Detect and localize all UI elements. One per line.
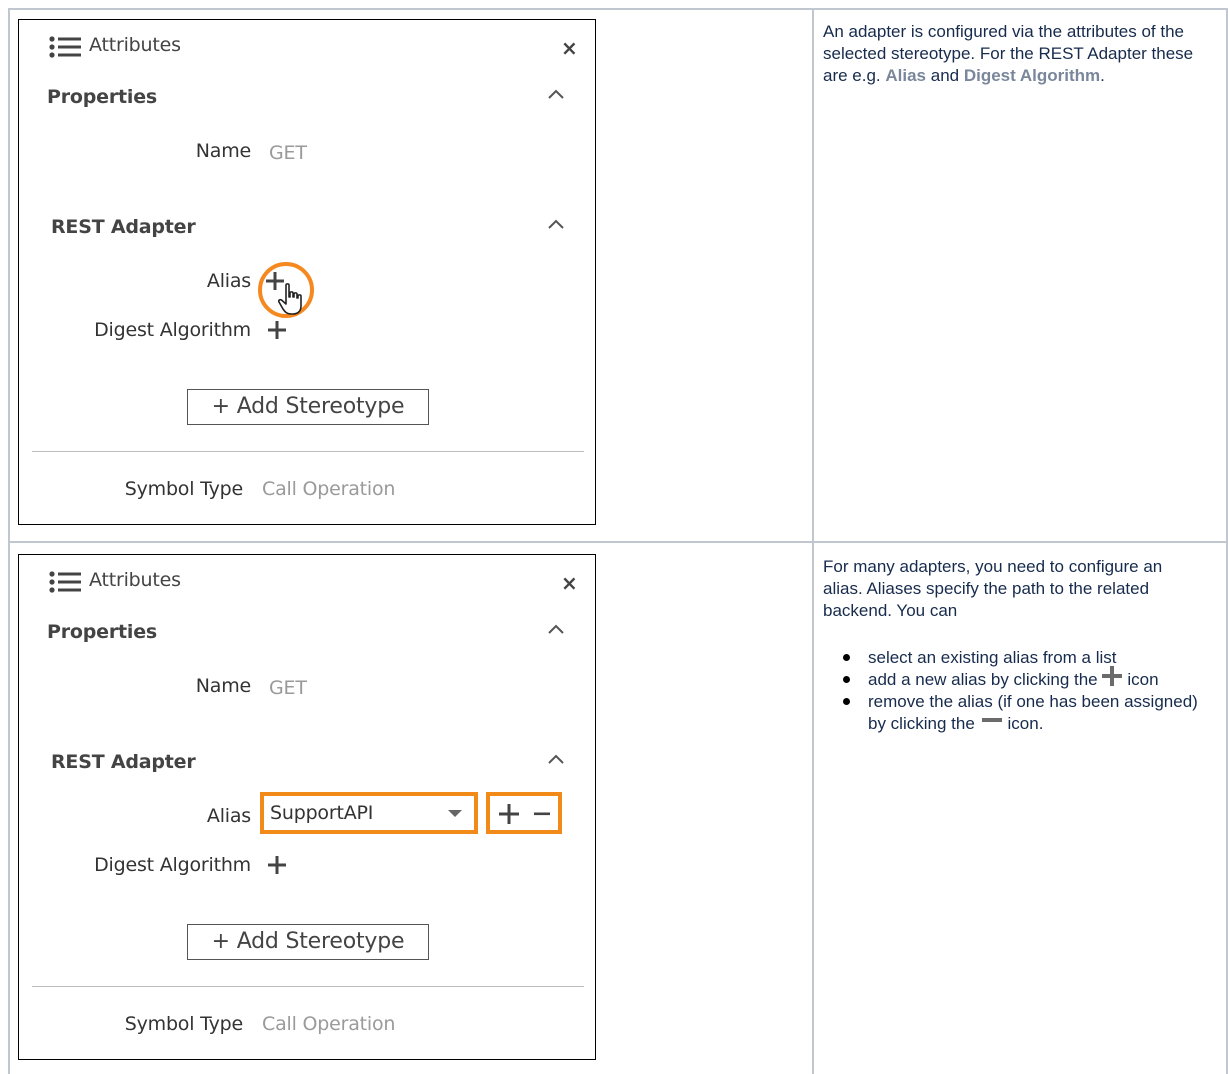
caret-up-icon[interactable]: [547, 218, 565, 230]
caret-up-icon[interactable]: [547, 623, 565, 635]
attributes-panel-1: Attributes × Properties Name GET REST Ad…: [18, 19, 596, 525]
table-border-top: [8, 8, 1228, 10]
section-properties[interactable]: Properties: [47, 621, 157, 643]
hand-cursor-icon: [278, 283, 302, 315]
alias-label: Alias: [206, 270, 251, 292]
name-label: Name: [195, 140, 251, 162]
description-text: .: [1100, 66, 1105, 85]
bullet-dot: [843, 698, 850, 705]
plus-icon[interactable]: [267, 855, 287, 875]
minus-icon: [981, 717, 1002, 722]
section-rest-adapter[interactable]: REST Adapter: [51, 751, 196, 773]
list-item-text: remove the alias (if one has been assign…: [868, 691, 1198, 735]
alias-select-value: SupportAPI: [270, 802, 374, 824]
close-icon[interactable]: ×: [561, 571, 578, 595]
alias-select[interactable]: SupportAPI: [260, 792, 478, 834]
description-text: and: [926, 66, 964, 85]
add-stereotype-button[interactable]: + Add Stereotype: [187, 389, 429, 425]
caret-up-icon[interactable]: [547, 88, 565, 100]
panel-title: Attributes: [89, 569, 181, 591]
symbol-type-value: Call Operation: [262, 1013, 396, 1035]
digest-algorithm-label: Digest Algorithm: [94, 319, 251, 341]
list-item-text-part: icon: [1122, 670, 1159, 689]
caret-up-icon[interactable]: [547, 753, 565, 765]
symbol-type-value: Call Operation: [262, 478, 396, 500]
section-rest-adapter[interactable]: REST Adapter: [51, 216, 196, 238]
table-border-row: [8, 541, 1228, 543]
alias-actions-highlight: [486, 792, 562, 834]
alias-emphasis: Alias: [885, 66, 927, 85]
bullet-dot: [843, 676, 850, 683]
documentation-table: Attributes × Properties Name GET REST Ad…: [0, 0, 1228, 1074]
digest-algorithm-emphasis: Digest Algorithm: [963, 66, 1101, 85]
list-item-text: select an existing alias from a list: [868, 648, 1117, 667]
name-label: Name: [195, 675, 251, 697]
close-icon[interactable]: ×: [561, 36, 578, 60]
dropdown-caret-icon[interactable]: [448, 810, 462, 817]
list-item-text: add a new alias by clicking the icon: [868, 665, 1159, 691]
add-stereotype-button[interactable]: + Add Stereotype: [187, 924, 429, 960]
list-item-text-part: add a new alias by clicking the: [868, 670, 1098, 689]
divider: [32, 986, 584, 987]
name-value: GET: [269, 142, 307, 164]
plus-icon[interactable]: [498, 803, 520, 825]
symbol-type-label: Symbol Type: [124, 1013, 243, 1035]
bullet-dot: [843, 654, 850, 661]
description-adapter: An adapter is configured via the attribu…: [823, 21, 1213, 87]
list-item-text-part: icon.: [1002, 714, 1044, 733]
digest-algorithm-label: Digest Algorithm: [94, 854, 251, 876]
section-properties[interactable]: Properties: [47, 86, 157, 108]
plus-icon[interactable]: [267, 320, 287, 340]
plus-icon: [1101, 665, 1122, 686]
minus-icon[interactable]: [533, 803, 551, 825]
symbol-type-label: Symbol Type: [124, 478, 243, 500]
description-alias: For many adapters, you need to configure…: [823, 556, 1193, 622]
description-text: For many adapters, you need to configure…: [823, 557, 1163, 620]
divider: [32, 451, 584, 452]
attributes-panel-2: Attributes × Properties Name GET REST Ad…: [18, 554, 596, 1060]
list-icon: [49, 571, 81, 593]
alias-label: Alias: [206, 805, 251, 827]
list-icon: [49, 36, 81, 58]
panel-title: Attributes: [89, 34, 181, 56]
name-value: GET: [269, 677, 307, 699]
